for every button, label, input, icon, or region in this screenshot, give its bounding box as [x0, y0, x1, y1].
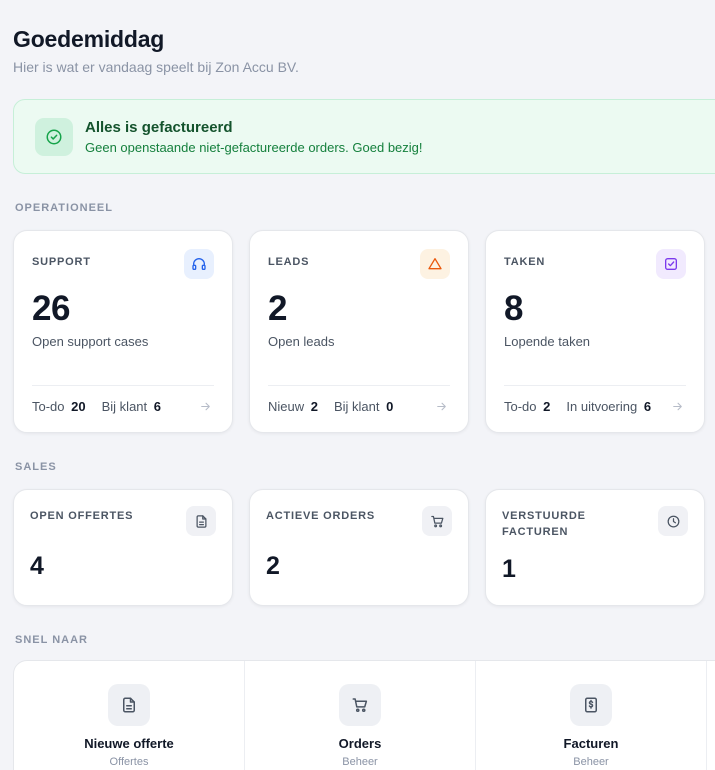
checkbox-icon	[656, 249, 686, 279]
arrow-right-icon[interactable]	[199, 400, 212, 416]
quick-links-panel: Nieuwe offerte Offertes Orders Beheer Fa…	[13, 660, 715, 770]
sent-invoices-card[interactable]: VERSTUURDE FACTUREN 1	[485, 489, 705, 606]
sent-invoices-count: 1	[502, 555, 516, 583]
support-count: 26	[32, 289, 70, 328]
card-label: OPEN OFFERTES	[30, 510, 134, 522]
divider	[504, 385, 686, 386]
quick-link-new-quote[interactable]: Nieuwe offerte Offertes	[14, 661, 245, 770]
banner-title: Alles is gefactureerd	[85, 119, 233, 136]
document-icon	[186, 506, 216, 536]
quick-link-subtitle: Beheer	[573, 756, 609, 768]
invoice-icon	[570, 684, 612, 726]
invoice-status-banner: Alles is gefactureerd Geen openstaande n…	[13, 99, 715, 174]
quick-link-subtitle: Beheer	[342, 756, 378, 768]
card-caption: Lopende taken	[504, 334, 591, 349]
cart-icon	[422, 506, 452, 536]
divider	[268, 385, 450, 386]
stat-todo: To-do 20	[32, 399, 86, 414]
card-footer: To-do 2 In uitvoering 6	[504, 399, 686, 414]
quick-link-title: Facturen	[563, 736, 619, 751]
support-card[interactable]: SUPPORT 26 Open support cases To-do 20 B…	[13, 230, 233, 433]
card-caption: Open leads	[268, 334, 335, 349]
section-label-quick: SNEL NAAR	[15, 634, 88, 646]
page-subtitle: Hier is wat er vandaag speelt bij Zon Ac…	[13, 59, 299, 75]
section-label-operational: OPERATIONEEL	[15, 202, 113, 214]
headset-icon	[184, 249, 214, 279]
check-circle-icon	[35, 118, 73, 156]
warning-triangle-icon	[420, 249, 450, 279]
page-title: Goedemiddag	[13, 26, 165, 52]
clock-icon	[658, 506, 688, 536]
card-label: TAKEN	[504, 256, 546, 268]
stat-bij-klant: Bij klant 6	[101, 399, 162, 414]
stat-nieuw: Nieuw 2	[268, 399, 318, 414]
quick-link-subtitle: Offertes	[109, 756, 149, 768]
card-label: SUPPORT	[32, 256, 91, 268]
card-label: ACTIEVE ORDERS	[266, 510, 375, 522]
quick-link-invoices[interactable]: Facturen Beheer	[476, 661, 707, 770]
active-orders-count: 2	[266, 552, 280, 580]
leads-card[interactable]: LEADS 2 Open leads Nieuw 2 Bij klant 0	[249, 230, 469, 433]
quick-link-title: Orders	[338, 736, 382, 751]
tasks-count: 8	[504, 289, 523, 328]
active-orders-card[interactable]: ACTIEVE ORDERS 2	[249, 489, 469, 606]
card-footer: To-do 20 Bij klant 6	[32, 399, 214, 414]
leads-count: 2	[268, 289, 287, 328]
cart-icon	[339, 684, 381, 726]
quick-link-title: Nieuwe offerte	[84, 736, 174, 751]
stat-todo: To-do 2	[504, 399, 551, 414]
stat-in-uitvoering: In uitvoering 6	[566, 399, 652, 414]
document-icon	[108, 684, 150, 726]
card-footer: Nieuw 2 Bij klant 0	[268, 399, 450, 414]
divider	[32, 385, 214, 386]
open-quotes-count: 4	[30, 552, 44, 580]
card-label: VERSTUURDE FACTUREN	[502, 510, 586, 538]
arrow-right-icon[interactable]	[435, 400, 448, 416]
banner-text: Geen openstaande niet-gefactureerde orde…	[85, 140, 423, 155]
card-caption: Open support cases	[32, 334, 149, 349]
open-quotes-card[interactable]: OPEN OFFERTES 4	[13, 489, 233, 606]
card-label: LEADS	[268, 256, 310, 268]
tasks-card[interactable]: TAKEN 8 Lopende taken To-do 2 In uitvoer…	[485, 230, 705, 433]
stat-bij-klant: Bij klant 0	[333, 399, 394, 414]
arrow-right-icon[interactable]	[671, 400, 684, 416]
quick-link-orders[interactable]: Orders Beheer	[245, 661, 476, 770]
section-label-sales: SALES	[15, 461, 57, 473]
